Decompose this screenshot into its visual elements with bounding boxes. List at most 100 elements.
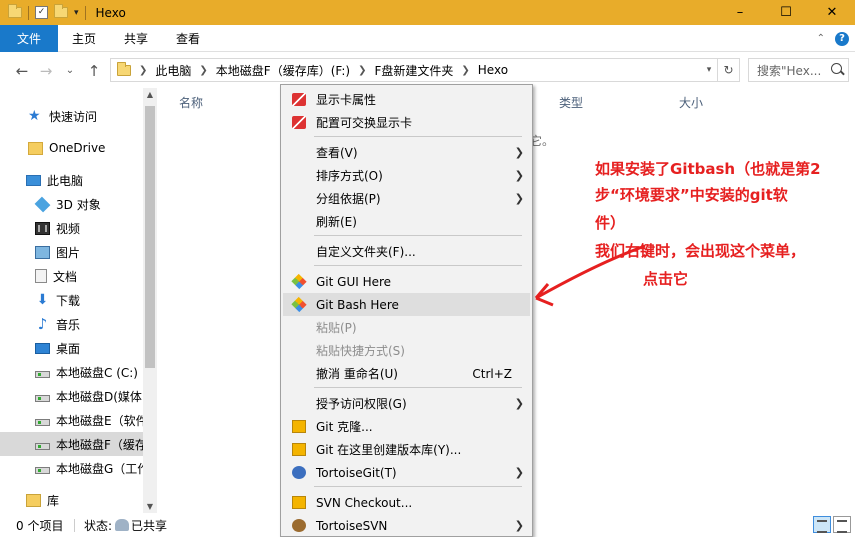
details-view-button[interactable] (813, 516, 831, 533)
scrollbar-thumb[interactable] (145, 106, 155, 368)
new-folder-icon[interactable] (54, 4, 68, 18)
menu-item-paste[interactable]: 粘贴(P) (283, 316, 530, 339)
folder-icon (117, 61, 131, 76)
menu-item-switchable-graphics[interactable]: 配置可交换显示卡 (283, 111, 530, 134)
column-header-type[interactable]: 类型 (559, 94, 583, 111)
submenu-arrow-icon: ❯ (514, 192, 524, 205)
onedrive-folder-icon (28, 141, 43, 155)
downloads-icon: ⬇ (36, 291, 49, 308)
sidebar-item-label: 文档 (53, 269, 78, 284)
minimize-button[interactable]: – (717, 0, 763, 25)
breadcrumb-this-pc[interactable]: 此电脑 (155, 62, 191, 79)
address-bar[interactable]: ❯ 此电脑 ❯ 本地磁盘F（缓存库）(F:) ❯ F盘新建文件夹 ❯ Hexo (110, 58, 718, 82)
sidebar-item-quick-access[interactable]: ★ 快速访问 (0, 104, 143, 128)
menu-item-paste-shortcut[interactable]: 粘贴快捷方式(S) (283, 339, 530, 362)
submenu-arrow-icon: ❯ (514, 169, 524, 182)
up-button[interactable]: ↑ (82, 62, 106, 80)
sidebar-item-music[interactable]: ♪ 音乐 (0, 312, 143, 336)
scroll-down-icon[interactable]: ▼ (143, 502, 157, 511)
breadcrumb-separator[interactable]: ❯ (358, 65, 366, 76)
menu-item-git-create-repo[interactable]: Git 在这里创建版本库(Y)... (283, 438, 530, 461)
sidebar-item-onedrive[interactable]: OneDrive (0, 136, 143, 160)
breadcrumb-drive-f[interactable]: 本地磁盘F（缓存库）(F:) (216, 62, 350, 79)
tortoisegit-icon (292, 466, 306, 479)
large-icons-view-button[interactable] (833, 516, 851, 533)
sidebar-item-pictures[interactable]: 图片 (0, 240, 143, 264)
menu-item-label: 刷新(E) (316, 215, 357, 229)
properties-icon[interactable]: ✓ (35, 6, 48, 19)
column-header-name[interactable]: 名称 (179, 94, 203, 111)
sidebar-item-this-pc[interactable]: 此电脑 (0, 168, 143, 192)
sidebar-item-label: OneDrive (49, 141, 106, 155)
window-controls: – ☐ ✕ (717, 0, 855, 25)
drive-icon (35, 418, 50, 426)
tortoisesvn-icon (292, 496, 306, 509)
tab-home[interactable]: 主页 (58, 25, 110, 52)
sidebar-item-drive-c[interactable]: 本地磁盘C (C:) (0, 360, 143, 384)
breadcrumb-hexo[interactable]: Hexo (478, 63, 508, 77)
sidebar-item-documents[interactable]: 文档 (0, 264, 143, 288)
breadcrumb-separator[interactable]: ❯ (461, 65, 469, 76)
annotation-line: 件） (595, 214, 626, 232)
menu-item-sort-by[interactable]: 排序方式(O) ❯ (283, 164, 530, 187)
scroll-up-icon[interactable]: ▲ (143, 90, 157, 99)
graphics-card-icon (292, 116, 306, 129)
menu-item-group-by[interactable]: 分组依据(P) ❯ (283, 187, 530, 210)
tab-file[interactable]: 文件 (0, 24, 59, 52)
sidebar-item-drive-e[interactable]: 本地磁盘E（软件 (0, 408, 143, 432)
search-input[interactable]: 搜索"Hex... (748, 58, 849, 82)
sidebar-scrollbar[interactable]: ▲ ▼ (143, 88, 157, 513)
menu-item-customize-folder[interactable]: 自定义文件夹(F)... (283, 240, 530, 263)
this-pc-icon (26, 174, 41, 186)
address-dropdown-icon[interactable]: ▾ (700, 58, 718, 82)
documents-icon (35, 269, 47, 283)
git-icon (291, 273, 307, 290)
sidebar-item-label: 快速访问 (49, 109, 98, 124)
breadcrumb-folder[interactable]: F盘新建文件夹 (374, 62, 453, 79)
menu-item-view[interactable]: 查看(V) ❯ (283, 141, 530, 164)
column-header-size[interactable]: 大小 (679, 94, 703, 111)
sidebar-item-3d-objects[interactable]: 3D 对象 (0, 192, 143, 216)
customize-toolbar-icon[interactable]: ▾ (74, 8, 79, 18)
forward-button[interactable]: → (34, 62, 58, 80)
sidebar-item-drive-g[interactable]: 本地磁盘G（工作 (0, 456, 143, 480)
menu-item-tortoisesvn[interactable]: TortoiseSVN ❯ (283, 514, 530, 537)
sidebar-item-drive-d[interactable]: 本地磁盘D(媒体 (0, 384, 143, 408)
tortoisegit-icon (292, 420, 306, 433)
menu-item-tortoisegit[interactable]: TortoiseGit(T) ❯ (283, 461, 530, 484)
back-button[interactable]: ← (10, 62, 34, 80)
menu-item-svn-checkout[interactable]: SVN Checkout... (283, 491, 530, 514)
tortoisegit-icon (292, 443, 306, 456)
menu-item-refresh[interactable]: 刷新(E) (283, 210, 530, 233)
context-menu: 显示卡属性 配置可交换显示卡 查看(V) ❯ 排序方式(O) ❯ 分组依据(P) ❯ … (280, 84, 533, 537)
sidebar-item-desktop[interactable]: 桌面 (0, 336, 143, 360)
breadcrumb-separator[interactable]: ❯ (139, 65, 147, 76)
recent-locations-button[interactable]: ⌄ (58, 65, 82, 76)
sidebar-item-videos[interactable]: 视频 (0, 216, 143, 240)
menu-item-give-access[interactable]: 授予访问权限(G) ❯ (283, 392, 530, 415)
menu-item-git-gui-here[interactable]: Git GUI Here (283, 270, 530, 293)
refresh-button[interactable]: ↻ (718, 58, 740, 82)
breadcrumb-separator[interactable]: ❯ (199, 65, 207, 76)
toolbar-separator (84, 5, 86, 20)
sidebar-item-libraries[interactable]: 库 (0, 488, 143, 512)
maximize-button[interactable]: ☐ (763, 0, 809, 25)
sidebar-item-downloads[interactable]: ⬇ 下载 (0, 288, 143, 312)
tab-view[interactable]: 查看 (162, 25, 214, 52)
sidebar-item-label: 音乐 (56, 317, 81, 332)
collapse-ribbon-icon[interactable]: ⌃ (817, 33, 825, 44)
menu-item-git-clone[interactable]: Git 克隆... (283, 415, 530, 438)
close-button[interactable]: ✕ (809, 0, 855, 25)
drive-icon (35, 466, 50, 474)
sidebar-item-label: 本地磁盘D(媒体 (56, 389, 142, 404)
menu-item-label: 排序方式(O) (316, 169, 383, 183)
shared-users-icon (115, 519, 130, 531)
menu-item-label: Git 在这里创建版本库(Y)... (316, 443, 462, 457)
menu-item-graphics-properties[interactable]: 显示卡属性 (283, 88, 530, 111)
help-icon[interactable]: ? (835, 31, 849, 46)
menu-item-undo-rename[interactable]: 撤消 重命名(U) Ctrl+Z (283, 362, 530, 385)
search-placeholder: 搜索"Hex... (757, 63, 822, 78)
menu-item-git-bash-here[interactable]: Git Bash Here (283, 293, 530, 316)
tab-share[interactable]: 共享 (110, 25, 162, 52)
sidebar-item-drive-f[interactable]: 本地磁盘F（缓存 (0, 432, 143, 456)
